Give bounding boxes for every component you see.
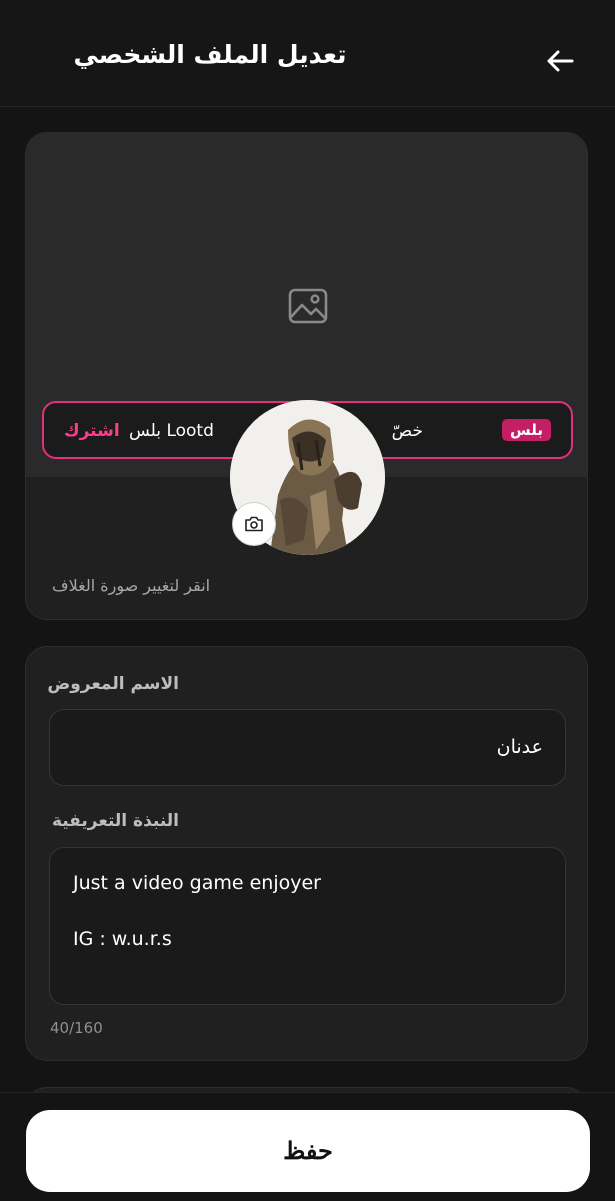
- back-arrow-icon: [547, 50, 574, 72]
- change-avatar-button[interactable]: [232, 502, 276, 546]
- bio-line: IG : w.u.r.s: [73, 928, 172, 950]
- back-button[interactable]: [545, 46, 575, 76]
- top-app-bar: تعديل الملف الشخصي: [0, 0, 615, 107]
- cover-caption: انقر لتغيير صورة الغلاف: [52, 576, 211, 595]
- subscribe-link[interactable]: اشترك: [64, 421, 120, 441]
- display-name-value: عدنان: [496, 736, 543, 758]
- page-title: تعديل الملف الشخصي: [73, 40, 347, 69]
- plus-badge: بلس: [502, 419, 551, 441]
- bio-textarea[interactable]: Just a video game enjoyer IG : w.u.r.s: [49, 847, 566, 1005]
- profile-form-card: الاسم المعروض عدنان النبذة التعريفية Jus…: [25, 646, 588, 1061]
- promo-text-left: Lootd بلس: [129, 421, 214, 441]
- bio-char-counter: 40/160: [50, 1019, 103, 1037]
- save-button[interactable]: حفظ: [26, 1110, 590, 1192]
- display-name-label: الاسم المعروض: [47, 674, 179, 694]
- bio-label: النبذة التعريفية: [51, 811, 179, 831]
- display-name-field[interactable]: عدنان: [49, 709, 566, 786]
- image-icon: [288, 288, 328, 324]
- promo-text-right: خصّ: [391, 421, 423, 441]
- bio-line: Just a video game enjoyer: [73, 872, 321, 894]
- camera-icon: [245, 516, 263, 532]
